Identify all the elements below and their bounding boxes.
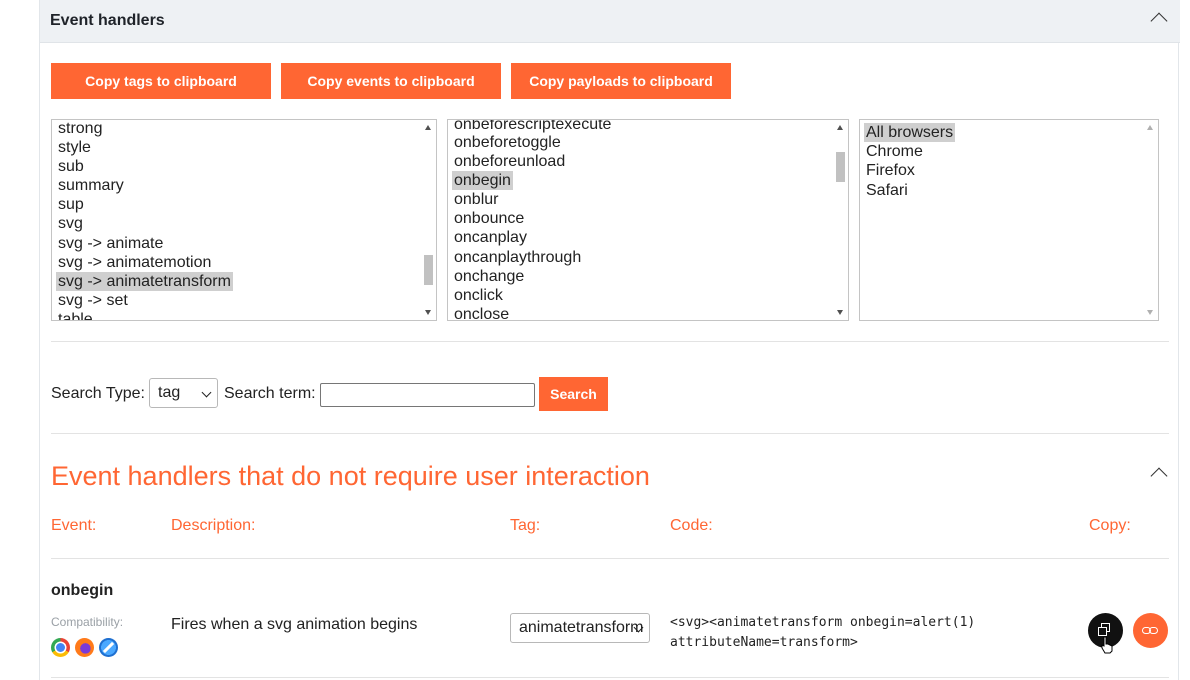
tags-scrollbar[interactable]	[421, 120, 436, 320]
divider	[51, 677, 1169, 678]
event-option[interactable]: onbounce	[452, 209, 526, 228]
scroll-up-arrow-icon[interactable]	[837, 125, 843, 130]
event-option[interactable]: onchange	[452, 267, 526, 286]
browsers-listbox[interactable]: All browsers Chrome Firefox Safari	[859, 119, 1159, 321]
tag-option[interactable]: style	[56, 138, 93, 157]
event-option[interactable]: onclick	[452, 286, 505, 305]
column-header-code: Code:	[670, 517, 713, 534]
column-header-tag: Tag:	[510, 517, 541, 534]
search-type-label: Search Type:	[51, 385, 145, 402]
column-header-copy: Copy:	[1089, 517, 1131, 534]
divider	[51, 558, 1169, 559]
tag-option[interactable]: strong	[56, 120, 104, 138]
tag-option-selected[interactable]: svg -> animatetransform	[56, 272, 233, 291]
browser-option[interactable]: Chrome	[864, 142, 925, 161]
scroll-thumb[interactable]	[424, 255, 433, 285]
firefox-icon	[75, 638, 94, 657]
page-margin	[0, 0, 40, 680]
divider	[51, 433, 1169, 434]
hand-cursor-icon	[1101, 636, 1113, 654]
divider	[51, 341, 1169, 342]
tag-option[interactable]: table	[56, 310, 95, 320]
search-type-value: tag	[158, 384, 181, 401]
browsers-scrollbar[interactable]	[1143, 120, 1158, 320]
panel-header[interactable]: Event handlers	[40, 0, 1180, 43]
copy-link-button[interactable]	[1133, 613, 1168, 648]
copy-payloads-button[interactable]: Copy payloads to clipboard	[511, 63, 731, 99]
copy-icon-front	[1098, 627, 1107, 636]
panel-title: Event handlers	[50, 12, 165, 29]
tag-option[interactable]: svg -> set	[56, 291, 130, 310]
column-header-description: Description:	[171, 517, 256, 534]
link-icon-ring	[1149, 627, 1158, 634]
tag-select[interactable]: animatetransform	[510, 613, 650, 643]
scroll-up-arrow-icon[interactable]	[425, 125, 431, 130]
events-listbox[interactable]: onbeforescriptexecute onbeforetoggle onb…	[447, 119, 849, 321]
section-collapse-chevron-icon[interactable]	[1150, 467, 1168, 485]
tag-select-value: animatetransform	[519, 619, 644, 636]
event-option[interactable]: onblur	[452, 190, 500, 209]
event-option[interactable]: oncanplaythrough	[452, 248, 583, 267]
code-line: attributeName=transform>	[670, 635, 858, 650]
row-code[interactable]: <svg><animatetransform onbegin=alert(1) …	[670, 613, 975, 653]
event-option[interactable]: onbeforescriptexecute	[452, 120, 613, 134]
chevron-down-icon	[201, 387, 212, 398]
browser-option-selected[interactable]: All browsers	[864, 123, 956, 142]
copy-tags-button[interactable]: Copy tags to clipboard	[51, 63, 271, 99]
browser-option[interactable]: Firefox	[864, 161, 917, 180]
tag-option[interactable]: sup	[56, 195, 86, 214]
chrome-icon	[51, 638, 70, 657]
column-header-event: Event:	[51, 517, 97, 534]
event-option[interactable]: onbeforetoggle	[452, 133, 563, 152]
scroll-down-arrow-icon[interactable]	[1147, 310, 1153, 315]
tags-listbox[interactable]: strong style sub summary sup svg svg -> …	[51, 119, 437, 321]
event-option[interactable]: onbeforeunload	[452, 152, 567, 171]
event-handlers-panel: Event handlers Copy tags to clipboard Co…	[39, 0, 1180, 680]
search-term-input[interactable]	[320, 383, 535, 407]
row-description: Fires when a svg animation begins	[171, 616, 418, 633]
tag-option[interactable]: summary	[56, 176, 126, 195]
section-title: Event handlers that do not require user …	[51, 461, 650, 491]
scroll-down-arrow-icon[interactable]	[837, 310, 843, 315]
copy-events-button[interactable]: Copy events to clipboard	[281, 63, 501, 99]
tag-option[interactable]: sub	[56, 157, 86, 176]
search-button[interactable]: Search	[539, 377, 608, 411]
row-event-name: onbegin	[51, 582, 114, 599]
search-type-select[interactable]: tag	[149, 378, 218, 408]
tag-option[interactable]: svg -> animatemotion	[56, 253, 213, 272]
event-option-selected[interactable]: onbegin	[452, 171, 513, 190]
tag-option[interactable]: svg	[56, 214, 85, 233]
events-scrollbar[interactable]	[833, 120, 848, 320]
collapse-chevron-icon[interactable]	[1150, 12, 1168, 30]
scroll-down-arrow-icon[interactable]	[425, 310, 431, 315]
scroll-thumb[interactable]	[836, 152, 845, 182]
event-option[interactable]: onclose	[452, 305, 511, 320]
tag-option[interactable]: svg -> animate	[56, 234, 165, 253]
compatibility-label: Compatibility:	[51, 615, 124, 629]
search-term-label: Search term:	[224, 385, 316, 402]
safari-icon	[99, 638, 118, 657]
browser-option[interactable]: Safari	[864, 181, 910, 200]
code-line: <svg><animatetransform onbegin=alert(1)	[670, 615, 976, 630]
scroll-up-arrow-icon[interactable]	[1147, 125, 1153, 130]
event-option[interactable]: oncanplay	[452, 228, 529, 247]
